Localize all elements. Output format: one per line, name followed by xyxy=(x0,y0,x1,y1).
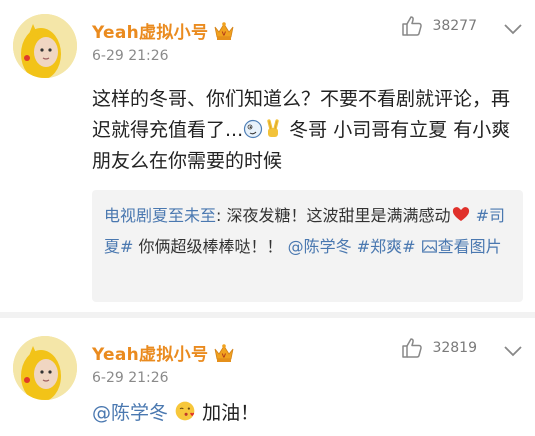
timestamp: 6-29 21:26 xyxy=(92,370,169,386)
view-picture-text[interactable]: 查看图片 xyxy=(438,237,502,256)
chevron-down-icon[interactable] xyxy=(503,22,523,36)
thumbs-up-icon[interactable] xyxy=(400,14,424,38)
username[interactable]: Yeah虚拟小号 V xyxy=(92,340,235,365)
repost-author-link[interactable]: 电视剧夏至未至 xyxy=(104,206,216,225)
svg-text:V: V xyxy=(222,32,227,38)
like-button[interactable]: 38277 xyxy=(400,14,477,38)
mention-link[interactable]: @陈学冬 xyxy=(288,237,352,256)
repost-text: : 深夜发糖！这波甜里是满满感动 xyxy=(216,206,451,225)
repost-box[interactable]: 电视剧夏至未至: 深夜发糖！这波甜里是满满感动 #司夏# 你俩超级棒棒哒！！ @… xyxy=(92,190,523,302)
like-count: 32819 xyxy=(432,340,477,356)
comment-item: Yeah虚拟小号 V 6-29 21:26 32819 @陈学冬 加油！ xyxy=(0,318,535,436)
svg-text:V: V xyxy=(222,354,227,360)
comment-text: @陈学冬 加油！ xyxy=(92,398,512,429)
blowing-kiss-icon xyxy=(175,401,195,421)
avatar[interactable] xyxy=(13,14,77,78)
comment-item: Yeah虚拟小号 V 6-29 21:26 38277 这样的冬哥、你们知道么？… xyxy=(0,0,535,312)
username-text[interactable]: Yeah虚拟小号 xyxy=(92,345,208,365)
avatar-icon xyxy=(13,14,77,78)
repost-text-2: 你俩超级棒棒哒！！ xyxy=(133,237,283,256)
username[interactable]: Yeah虚拟小号 V xyxy=(92,18,235,43)
username-text[interactable]: Yeah虚拟小号 xyxy=(92,23,208,43)
vip-crown-icon: V xyxy=(214,344,234,362)
like-count: 38277 xyxy=(432,18,477,34)
heart-icon xyxy=(452,207,469,221)
like-button[interactable]: 32819 xyxy=(400,336,477,360)
view-picture-link[interactable]: 查看图片 xyxy=(421,237,502,256)
cartoon-emoji-icon xyxy=(244,119,263,139)
comment-text: 这样的冬哥、你们知道么？不要不看剧就评论，再迟就得充值看了... 冬哥 小司哥有… xyxy=(92,84,512,177)
victory-hand-icon xyxy=(267,119,279,137)
chevron-down-icon[interactable] xyxy=(503,344,523,358)
avatar-icon xyxy=(13,336,77,400)
hashtag-link-2[interactable]: #郑爽# xyxy=(357,237,416,256)
mention-link[interactable]: @陈学冬 xyxy=(92,402,168,424)
thumbs-up-icon[interactable] xyxy=(400,336,424,360)
timestamp: 6-29 21:26 xyxy=(92,48,169,64)
comment-text-after: 加油！ xyxy=(196,402,260,424)
avatar[interactable] xyxy=(13,336,77,400)
vip-crown-icon: V xyxy=(214,22,234,40)
image-icon xyxy=(421,240,437,253)
